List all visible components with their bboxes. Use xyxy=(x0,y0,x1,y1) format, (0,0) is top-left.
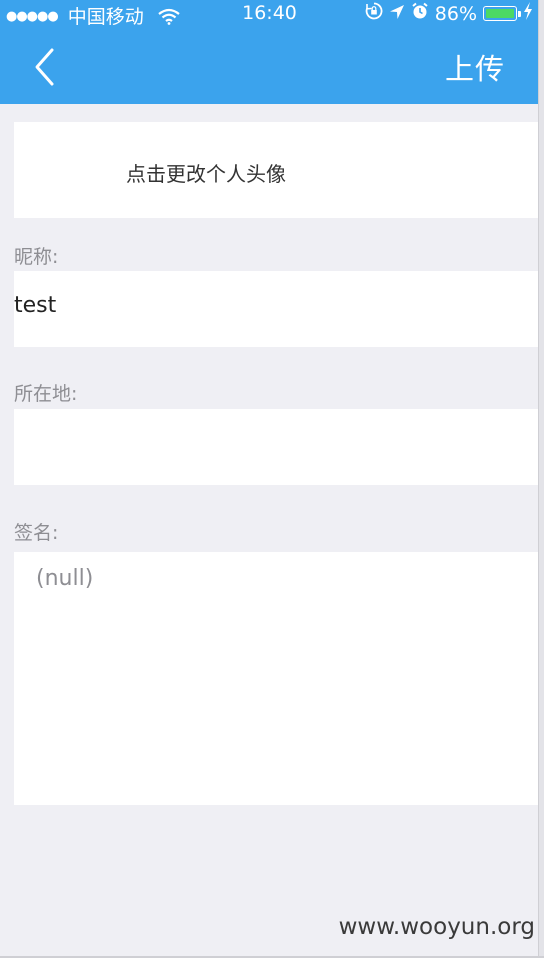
nickname-label: 昵称: xyxy=(14,246,59,268)
upload-button[interactable]: 上传 xyxy=(445,46,505,88)
navigation-header: ●●●●● 中国移动 16:40 86% 上传 xyxy=(0,0,539,104)
signature-value: (null) xyxy=(36,566,94,591)
signature-textarea[interactable]: (null) xyxy=(14,552,539,805)
change-avatar-label: 点击更改个人头像 xyxy=(126,162,286,186)
battery-percent: 86% xyxy=(434,2,477,25)
location-arrow-icon xyxy=(389,3,405,25)
nickname-field[interactable]: test xyxy=(14,271,539,347)
battery-icon xyxy=(483,6,521,21)
chevron-left-icon xyxy=(35,48,54,86)
status-bar: ●●●●● 中国移动 16:40 86% xyxy=(0,0,539,28)
right-edge-divider xyxy=(538,0,544,958)
location-field[interactable] xyxy=(14,409,539,485)
battery-level xyxy=(486,9,514,18)
nickname-value: test xyxy=(14,293,57,318)
charging-bolt-icon xyxy=(523,2,533,25)
watermark: www.wooyun.org xyxy=(338,914,535,940)
alarm-icon xyxy=(411,2,429,25)
rotation-lock-icon xyxy=(365,2,383,25)
signature-label: 签名: xyxy=(14,522,59,544)
location-label: 所在地: xyxy=(14,383,78,405)
back-button[interactable] xyxy=(28,44,68,90)
change-avatar-row[interactable]: 点击更改个人头像 xyxy=(14,122,539,218)
